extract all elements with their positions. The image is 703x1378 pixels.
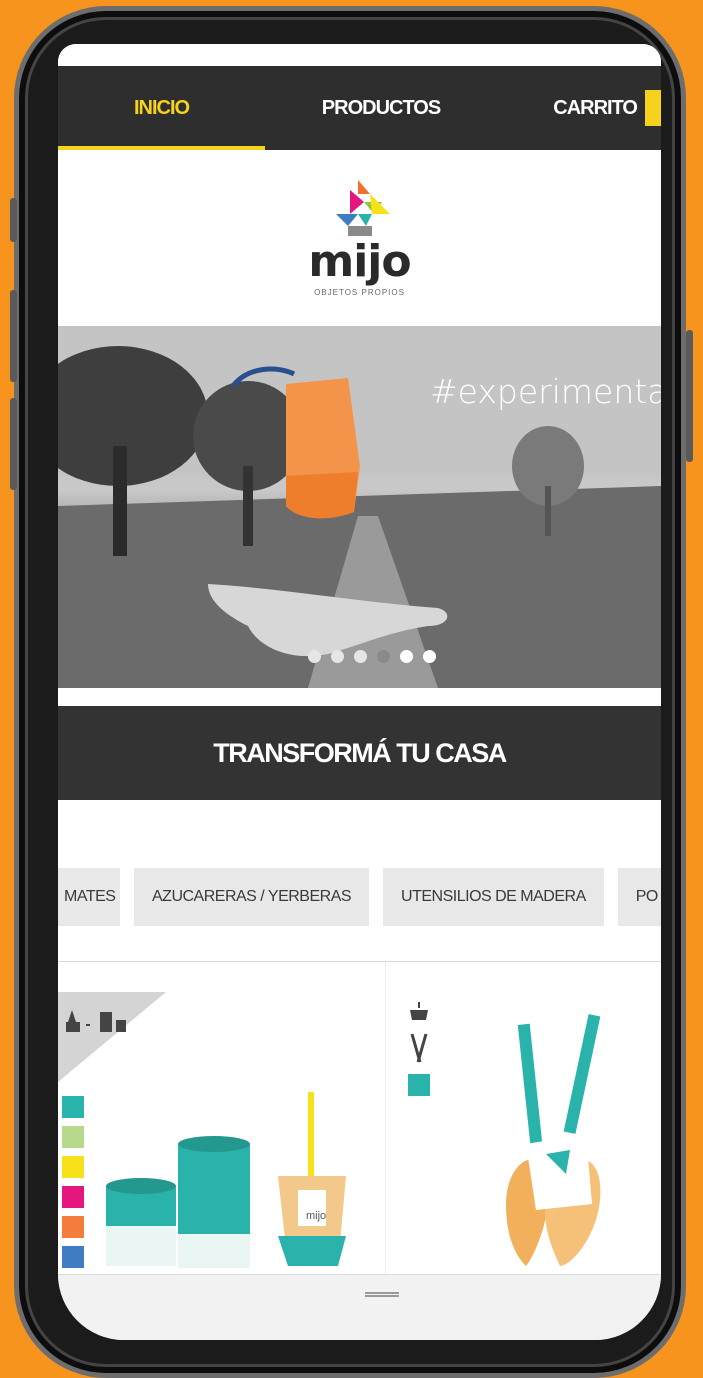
color-swatch-pink[interactable] — [62, 1186, 84, 1208]
power-button — [686, 330, 693, 462]
color-swatch-yellow[interactable] — [62, 1156, 84, 1178]
category-more[interactable]: PO — [617, 868, 661, 926]
volume-down-button — [10, 398, 17, 490]
sugar-bowl-icon — [410, 1002, 428, 1020]
carousel-dot-5[interactable] — [400, 650, 413, 663]
carousel-dot-6[interactable] — [423, 650, 436, 663]
color-swatch-teal-2[interactable] — [408, 1074, 430, 1096]
tangram-logo-icon — [336, 180, 390, 236]
product-cards: mijo — [58, 962, 661, 1274]
brand-wordmark: mijo — [308, 236, 411, 287]
tab-inicio[interactable]: INICIO — [58, 66, 265, 150]
carousel-dot-1[interactable] — [308, 650, 321, 663]
cart-count-badge — [645, 90, 661, 126]
hero-caption: #experimenta — [430, 372, 661, 411]
product-card-label: mijo — [306, 1210, 327, 1222]
color-swatch-lime[interactable] — [62, 1126, 84, 1148]
color-swatch-blue[interactable] — [62, 1246, 84, 1268]
category-mates[interactable]: MATES — [58, 868, 120, 926]
carousel-dot-2[interactable] — [331, 650, 344, 663]
bottom-sheet-bar[interactable] — [58, 1274, 661, 1340]
category-azucareras[interactable]: AZUCARERAS / YERBERAS — [134, 868, 370, 926]
app-screen: INICIO PRODUCTOS CARRITO mijo OBJETOS PR… — [58, 44, 661, 1340]
category-scroller[interactable]: MATES AZUCARERAS / YERBERAS UTENSILIOS D… — [58, 868, 661, 926]
volume-up-button — [10, 290, 17, 382]
hero-carousel[interactable]: #experimenta — [58, 326, 661, 688]
carousel-dots — [308, 650, 436, 663]
top-nav: INICIO PRODUCTOS CARRITO — [58, 66, 661, 150]
tab-productos[interactable]: PRODUCTOS — [265, 66, 497, 150]
carousel-dot-3[interactable] — [354, 650, 367, 663]
brand-header[interactable]: mijo OBJETOS PROPIOS — [58, 150, 661, 326]
product-image-utensils — [506, 1014, 601, 1266]
status-strip — [58, 44, 661, 66]
drag-handle-icon[interactable] — [365, 1292, 399, 1297]
product-card-utensils[interactable] — [386, 962, 661, 1274]
product-card-mates-set[interactable]: mijo — [58, 962, 385, 1274]
tab-carrito-label: CARRITO — [553, 96, 638, 119]
silent-switch — [10, 198, 17, 242]
carousel-dot-4[interactable] — [377, 650, 390, 663]
section-banner-title: TRANSFORMÁ TU CASA — [213, 737, 507, 768]
product-image-mate-set — [106, 1092, 346, 1268]
category-utensilios[interactable]: UTENSILIOS DE MADERA — [383, 868, 604, 926]
color-swatch-orange[interactable] — [62, 1216, 84, 1238]
section-banner: TRANSFORMÁ TU CASA — [58, 706, 661, 800]
spacer — [58, 688, 661, 706]
utensils-icon — [410, 1033, 428, 1063]
color-swatch-teal[interactable] — [62, 1096, 84, 1118]
tab-carrito[interactable]: CARRITO — [497, 66, 661, 150]
brand-tagline: OBJETOS PROPIOS — [314, 288, 405, 297]
